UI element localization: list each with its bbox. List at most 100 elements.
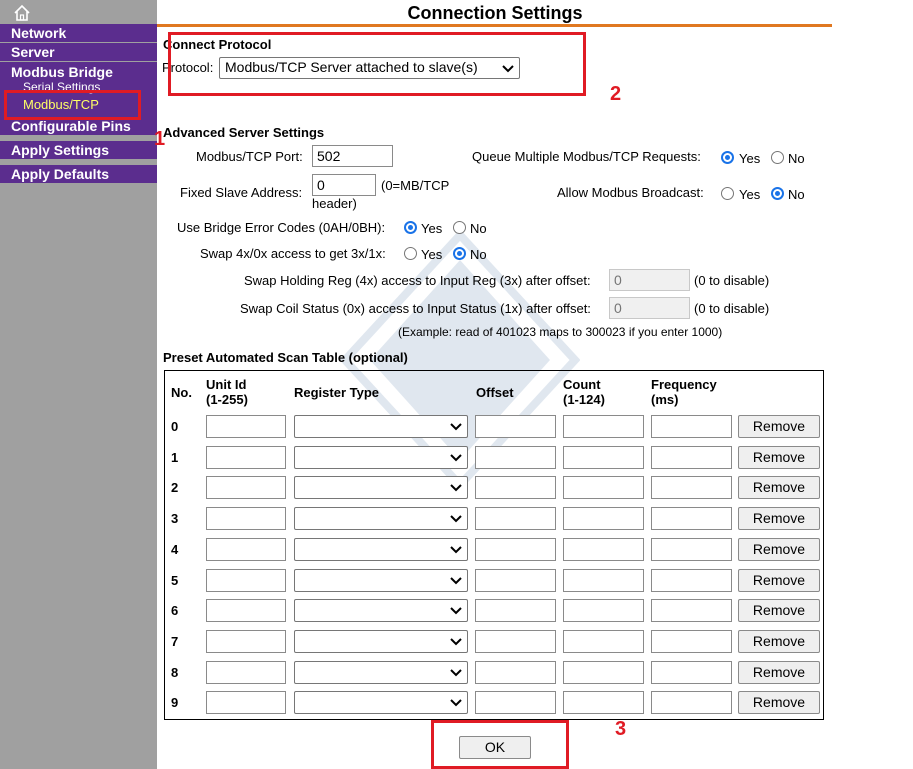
register-type-select[interactable] [294,599,468,622]
frequency-input[interactable] [651,599,732,622]
count-input[interactable] [563,661,644,684]
table-row: 2 Remove [165,476,823,500]
register-type-select[interactable] [294,661,468,684]
count-input[interactable] [563,599,644,622]
annotation-box-2 [168,32,586,96]
offset-input[interactable] [475,507,556,530]
frequency-input[interactable] [651,691,732,714]
chevron-down-icon [450,546,462,554]
register-type-select[interactable] [294,691,468,714]
register-type-select[interactable] [294,538,468,561]
swap-example-note: (Example: read of 401023 maps to 300023 … [398,325,723,339]
broadcast-label: Allow Modbus Broadcast: [557,185,704,200]
unit-id-input[interactable] [206,630,286,653]
register-type-select[interactable] [294,569,468,592]
queue-label: Queue Multiple Modbus/TCP Requests: [472,149,701,164]
swap-yes-radio[interactable] [404,247,417,260]
count-input[interactable] [563,415,644,438]
count-input[interactable] [563,569,644,592]
queue-yes-radio[interactable] [721,151,734,164]
error-codes-no-label: No [470,221,487,236]
remove-button[interactable]: Remove [738,507,820,530]
remove-button[interactable]: Remove [738,599,820,622]
unit-id-input[interactable] [206,507,286,530]
col-no: No. [171,385,192,400]
nav-apply-defaults[interactable]: Apply Defaults [0,165,157,183]
row-number: 3 [171,511,179,526]
offset-input[interactable] [475,569,556,592]
broadcast-yes-radio[interactable] [721,187,734,200]
offset-input[interactable] [475,415,556,438]
chevron-down-icon [450,515,462,523]
remove-button[interactable]: Remove [738,569,820,592]
unit-id-input[interactable] [206,476,286,499]
register-type-select[interactable] [294,630,468,653]
frequency-input[interactable] [651,630,732,653]
error-codes-no-radio[interactable] [453,221,466,234]
row-number: 5 [171,573,179,588]
register-type-select[interactable] [294,476,468,499]
register-type-select[interactable] [294,446,468,469]
offset-input[interactable] [475,661,556,684]
frequency-input[interactable] [651,507,732,530]
swap-no-radio[interactable] [453,247,466,260]
offset-input[interactable] [475,446,556,469]
count-input[interactable] [563,476,644,499]
frequency-input[interactable] [651,661,732,684]
port-input[interactable] [312,145,393,167]
frequency-input[interactable] [651,538,732,561]
remove-button[interactable]: Remove [738,415,820,438]
frequency-input[interactable] [651,446,732,469]
chevron-down-icon [450,423,462,431]
count-input[interactable] [563,691,644,714]
chevron-down-icon [450,577,462,585]
nav-apply-settings[interactable]: Apply Settings [0,141,157,159]
remove-button[interactable]: Remove [738,446,820,469]
count-input[interactable] [563,446,644,469]
col-frequency-line2: (ms) [651,392,679,407]
nav-server[interactable]: Server [0,43,157,61]
offset-input[interactable] [475,476,556,499]
frequency-input[interactable] [651,476,732,499]
table-row: 1 Remove [165,446,823,470]
error-codes-yes-label: Yes [421,221,443,236]
register-type-select[interactable] [294,415,468,438]
unit-id-input[interactable] [206,691,286,714]
offset-input[interactable] [475,691,556,714]
count-input[interactable] [563,538,644,561]
chevron-down-icon [450,454,462,462]
table-row: 4 Remove [165,538,823,562]
unit-id-input[interactable] [206,569,286,592]
annotation-number-1: 1 [154,128,166,150]
offset-input[interactable] [475,630,556,653]
annotation-number-3: 3 [615,718,627,740]
chevron-down-icon [450,699,462,707]
remove-button[interactable]: Remove [738,630,820,653]
nav-network[interactable]: Network [0,24,157,42]
count-input[interactable] [563,507,644,530]
frequency-input[interactable] [651,415,732,438]
unit-id-input[interactable] [206,415,286,438]
error-codes-yes-radio[interactable] [404,221,417,234]
unit-id-input[interactable] [206,446,286,469]
unit-id-input[interactable] [206,538,286,561]
queue-no-radio[interactable] [771,151,784,164]
col-unit-id-line1: Unit Id [206,377,247,392]
slave-address-input[interactable] [312,174,376,196]
count-input[interactable] [563,630,644,653]
offset-input[interactable] [475,599,556,622]
offset-input[interactable] [475,538,556,561]
home-icon[interactable] [12,3,32,23]
unit-id-input[interactable] [206,599,286,622]
remove-button[interactable]: Remove [738,661,820,684]
remove-button[interactable]: Remove [738,476,820,499]
chevron-down-icon [450,607,462,615]
broadcast-no-radio[interactable] [771,187,784,200]
unit-id-input[interactable] [206,661,286,684]
remove-button[interactable]: Remove [738,691,820,714]
slave-address-label: Fixed Slave Address: [180,185,303,200]
remove-button[interactable]: Remove [738,538,820,561]
register-type-select[interactable] [294,507,468,530]
frequency-input[interactable] [651,569,732,592]
row-number: 0 [171,419,179,434]
